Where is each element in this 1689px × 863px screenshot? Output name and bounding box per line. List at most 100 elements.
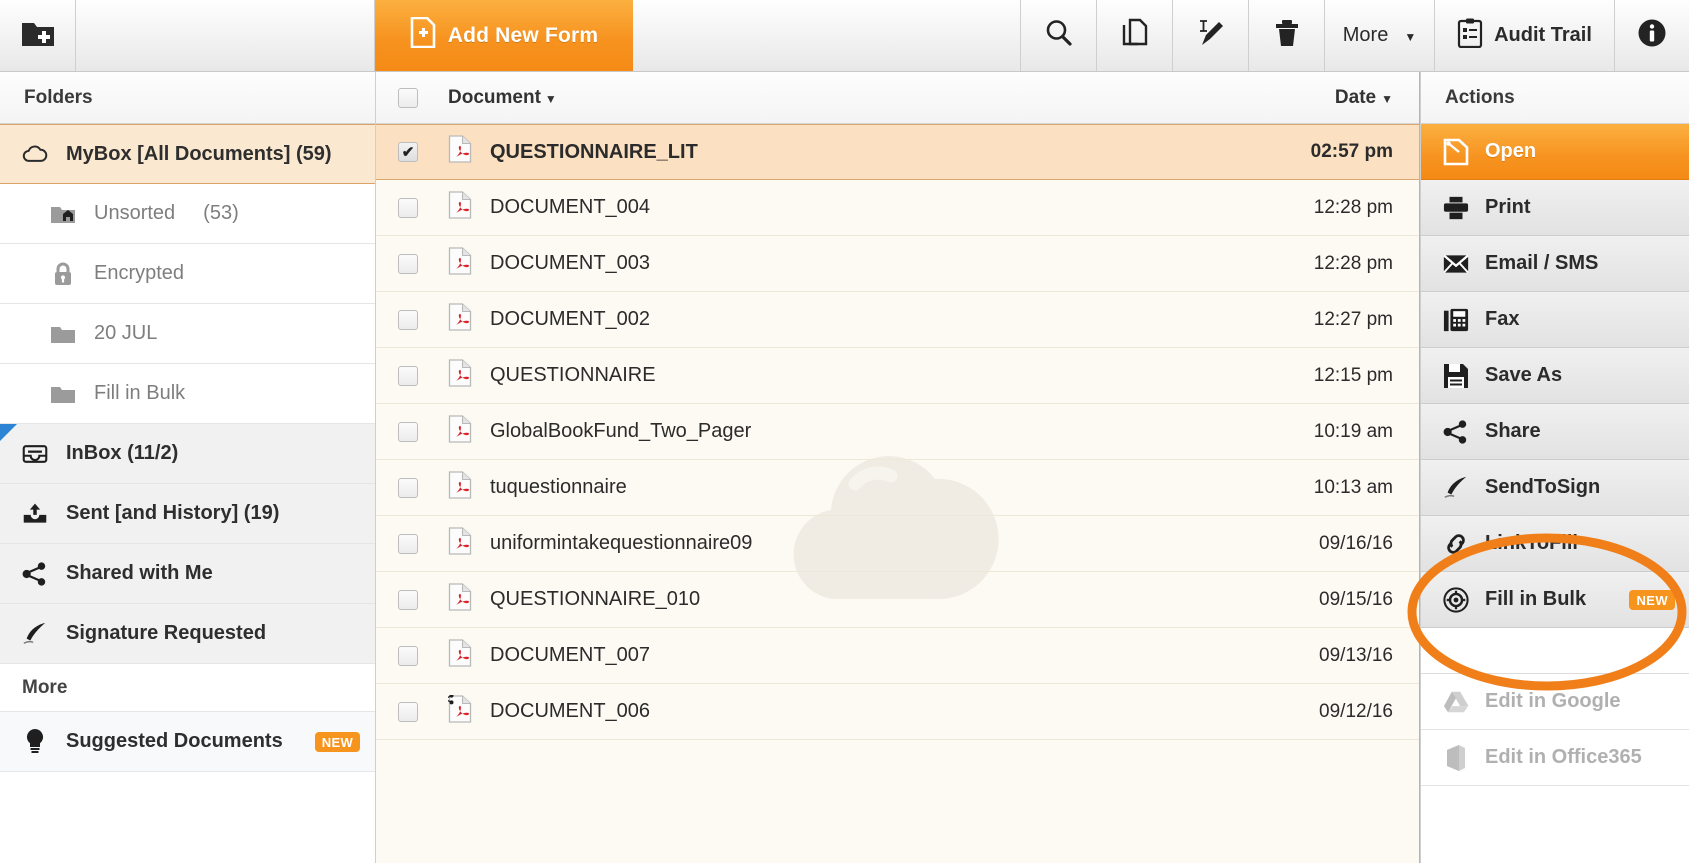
table-row[interactable]: DOCUMENT_007 09/13/16	[376, 628, 1419, 684]
actions-header: Actions	[1421, 72, 1689, 124]
pdf-icon	[448, 246, 472, 281]
share-icon	[22, 561, 48, 587]
row-checkbox[interactable]	[398, 142, 418, 162]
row-date: 12:15 pm	[1313, 364, 1393, 386]
row-checkbox[interactable]	[398, 365, 418, 386]
info-button[interactable]	[1615, 0, 1689, 71]
table-row[interactable]: DOCUMENT_004 12:28 pm	[376, 180, 1419, 236]
row-checkbox[interactable]	[398, 533, 418, 554]
row-document-name: DOCUMENT_006	[490, 700, 651, 722]
row-checkbox[interactable]	[398, 701, 418, 722]
row-document-name: DOCUMENT_007	[490, 644, 651, 666]
row-date: 10:13 am	[1313, 476, 1393, 498]
actions-divider	[1421, 628, 1689, 674]
action-share[interactable]: Share	[1421, 404, 1689, 460]
floppy-disk-icon	[1443, 363, 1469, 389]
table-row[interactable]: DOCUMENT_003 12:28 pm	[376, 236, 1419, 292]
action-print[interactable]: Print	[1421, 180, 1689, 236]
printer-icon	[1443, 195, 1469, 221]
pdf-icon	[448, 470, 472, 505]
audit-trail-label: Audit Trail	[1494, 24, 1592, 46]
audit-trail-button[interactable]: Audit Trail	[1435, 0, 1615, 71]
new-folder-button[interactable]	[0, 0, 76, 71]
sidebar-item-inbox[interactable]: InBox (11/2)	[0, 424, 375, 484]
document-list-header: Document ▼ Date ▼	[376, 72, 1419, 124]
copy-button[interactable]	[1097, 0, 1173, 71]
action-label: Email / SMS	[1485, 252, 1599, 274]
table-row[interactable]: tuquestionnaire 10:13 am	[376, 460, 1419, 516]
pdf-shared-icon	[443, 693, 472, 729]
sidebar-more-label: More	[0, 664, 375, 712]
row-checkbox[interactable]	[398, 253, 418, 274]
action-email-sms[interactable]: Email / SMS	[1421, 236, 1689, 292]
sidebar-item-20-jul[interactable]: 20 JUL	[0, 304, 375, 364]
search-button[interactable]	[1021, 0, 1097, 71]
rename-button[interactable]	[1173, 0, 1249, 71]
action-sendtosign[interactable]: SendToSign	[1421, 460, 1689, 516]
row-checkbox[interactable]	[398, 197, 418, 218]
row-document-name: tuquestionnaire	[490, 476, 627, 498]
sidebar-item-suggested-documents[interactable]: Suggested Documents NEW	[0, 712, 375, 772]
row-checkbox[interactable]	[398, 589, 418, 610]
folders-header: Folders	[0, 72, 375, 124]
row-date: 09/16/16	[1319, 532, 1393, 554]
add-new-form-button[interactable]: Add New Form	[375, 0, 633, 71]
sidebar-empty-area	[0, 772, 375, 863]
table-row[interactable]: uniformintakequestionnaire09 09/16/16	[376, 516, 1419, 572]
action-linktofill[interactable]: LinkToFill	[1421, 516, 1689, 572]
action-save-as[interactable]: Save As	[1421, 348, 1689, 404]
sidebar-item-label: Unsorted	[94, 202, 176, 224]
row-checkbox[interactable]	[398, 645, 418, 666]
row-checkbox[interactable]	[398, 477, 418, 498]
table-row[interactable]: DOCUMENT_006 09/12/16	[376, 684, 1419, 740]
column-header-document[interactable]: Document ▼	[448, 87, 557, 109]
table-row[interactable]: GlobalBookFund_Two_Pager 10:19 am	[376, 404, 1419, 460]
action-edit-in-office365[interactable]: Edit in Office365	[1421, 730, 1689, 786]
row-date: 12:28 pm	[1313, 252, 1393, 274]
table-row[interactable]: DOCUMENT_002 12:27 pm	[376, 292, 1419, 348]
row-document-name: QUESTIONNAIRE	[490, 364, 656, 386]
action-fill-in-bulk[interactable]: Fill in Bulk NEW	[1421, 572, 1689, 628]
pdf-icon	[448, 414, 472, 449]
action-label: Print	[1485, 196, 1531, 218]
row-document-name: GlobalBookFund_Two_Pager	[490, 420, 752, 442]
sidebar-item-sent[interactable]: Sent [and History] (19)	[0, 484, 375, 544]
action-open[interactable]: Open	[1421, 124, 1689, 180]
chevron-down-icon: ▼	[544, 91, 557, 106]
row-document-name: DOCUMENT_004	[490, 196, 651, 218]
row-checkbox[interactable]	[398, 309, 418, 330]
table-row[interactable]: QUESTIONNAIRE_010 09/15/16	[376, 572, 1419, 628]
row-date: 10:19 am	[1313, 420, 1393, 442]
sidebar-item-signature-requested[interactable]: Signature Requested	[0, 604, 375, 664]
row-document-name: DOCUMENT_002	[490, 308, 651, 330]
sidebar-item-label: Signature Requested	[66, 622, 267, 644]
pdf-icon	[448, 582, 472, 617]
row-checkbox[interactable]	[398, 421, 418, 442]
action-edit-in-google[interactable]: Edit in Google	[1421, 674, 1689, 730]
row-date: 09/13/16	[1319, 644, 1393, 666]
pdf-icon	[448, 638, 472, 673]
sidebar-item-fill-in-bulk[interactable]: Fill in Bulk	[0, 364, 375, 424]
top-toolbar: Add New Form More ▼ Audit Trail	[0, 0, 1689, 72]
pdf-icon	[448, 190, 472, 225]
pdf-icon	[448, 526, 472, 561]
action-fax[interactable]: Fax	[1421, 292, 1689, 348]
filecenter-app: Add New Form More ▼ Audit Trail Folders …	[0, 0, 1689, 863]
more-label: More	[1342, 24, 1389, 46]
sidebar-item-mybox[interactable]: MyBox [All Documents] (59)	[0, 124, 375, 184]
select-all-checkbox[interactable]	[398, 87, 418, 108]
row-document-name: QUESTIONNAIRE_010	[490, 588, 701, 610]
sidebar-item-shared-with-me[interactable]: Shared with Me	[0, 544, 375, 604]
more-dropdown-button[interactable]: More ▼	[1325, 0, 1435, 71]
status-badge: NEW	[314, 731, 361, 752]
toolbar-left-spacer	[76, 0, 375, 71]
sidebar-item-label: 20 JUL	[94, 322, 158, 344]
table-row[interactable]: QUESTIONNAIRE 12:15 pm	[376, 348, 1419, 404]
quill-icon	[1443, 475, 1469, 501]
table-row[interactable]: QUESTIONNAIRE_LIT 02:57 pm	[376, 124, 1419, 180]
sidebar-item-encrypted[interactable]: Encrypted	[0, 244, 375, 304]
column-header-date[interactable]: Date ▼	[1335, 87, 1393, 109]
sidebar-item-unsorted[interactable]: Unsorted (53)	[0, 184, 375, 244]
rename-pencil-icon	[1195, 17, 1227, 54]
delete-button[interactable]	[1249, 0, 1325, 71]
